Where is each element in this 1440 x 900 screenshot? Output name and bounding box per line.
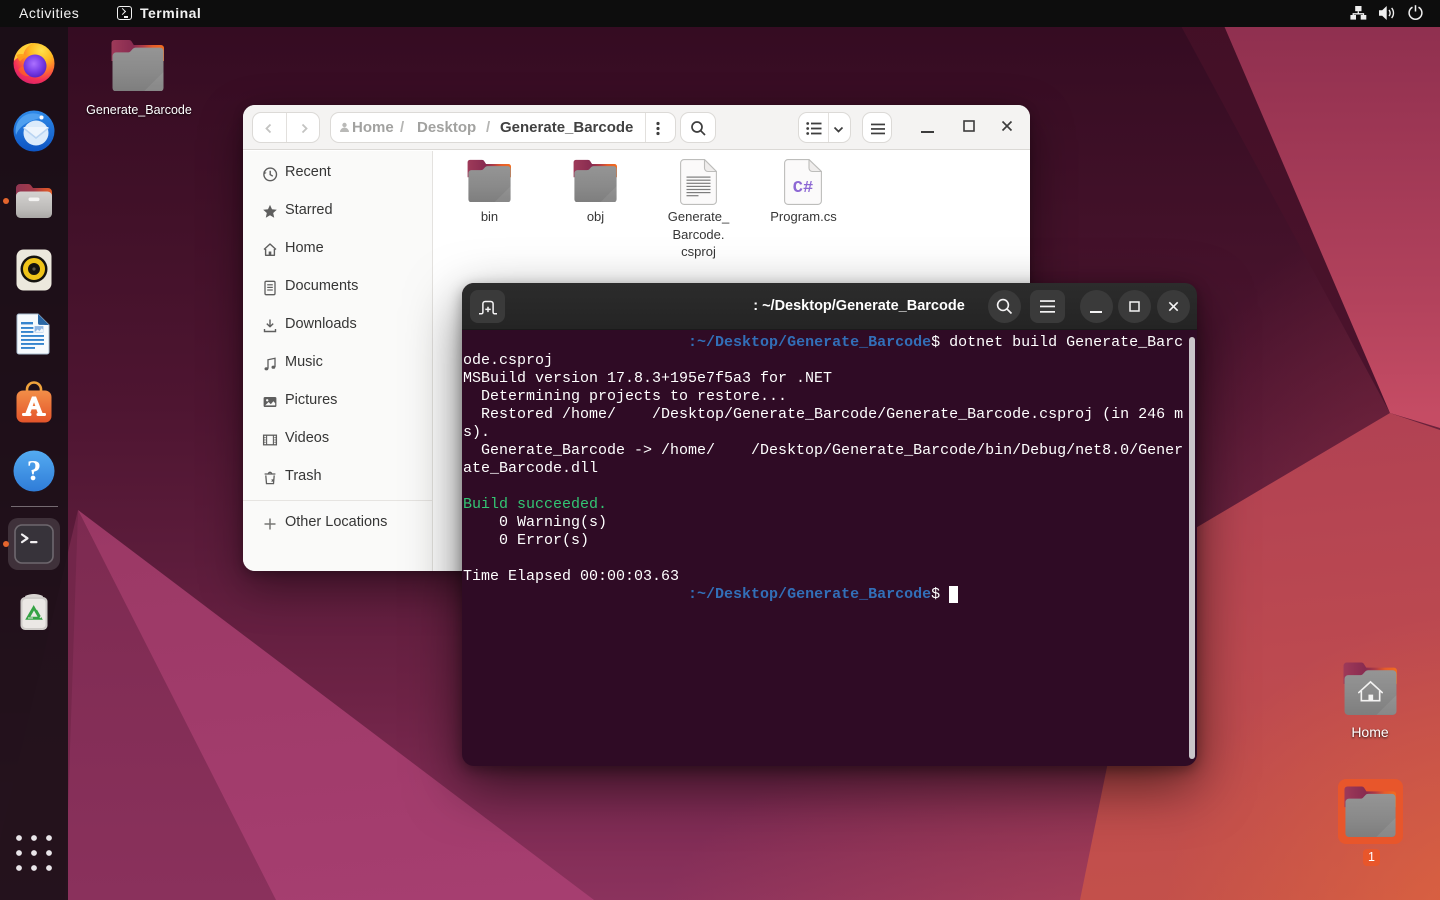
svg-text:C#: C#: [793, 179, 813, 198]
svg-text:?: ?: [27, 455, 42, 487]
